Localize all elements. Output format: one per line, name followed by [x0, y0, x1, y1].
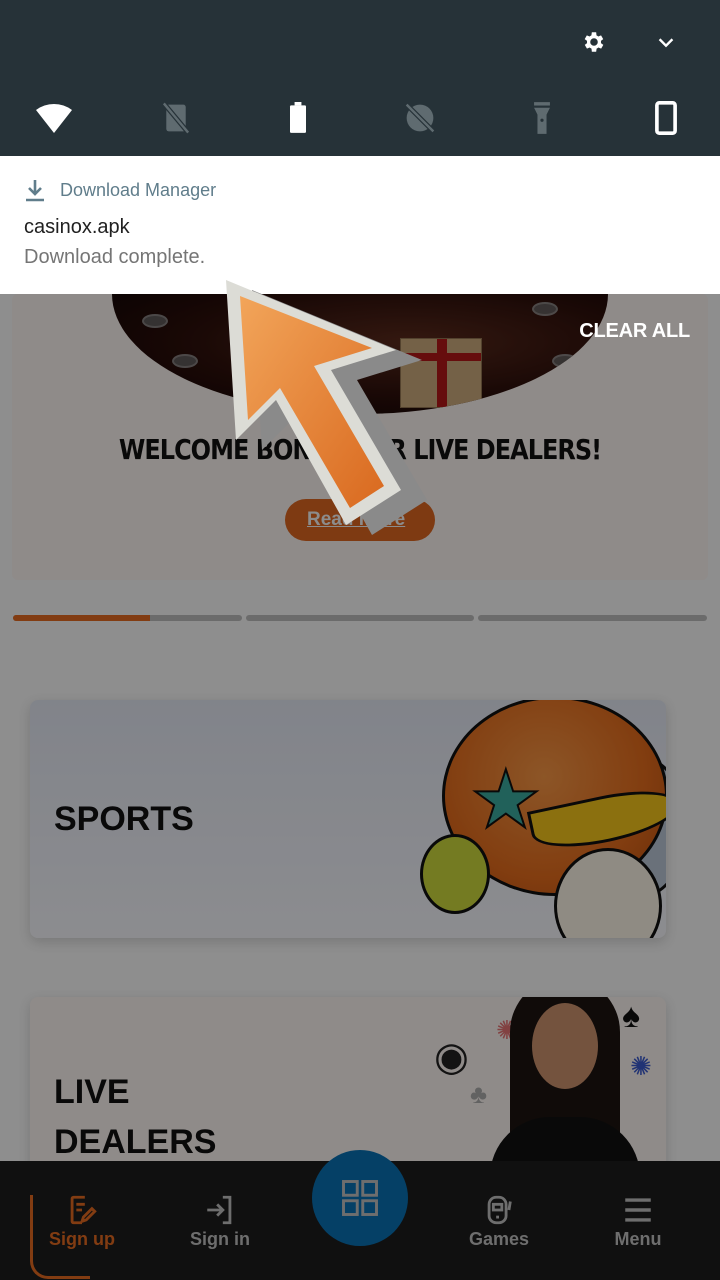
- notification-text: Download complete.: [24, 246, 206, 268]
- sim-off-icon[interactable]: [154, 96, 198, 140]
- notification-header: Download Manager: [24, 178, 216, 202]
- wifi-icon[interactable]: [32, 96, 76, 140]
- download-notification[interactable]: Download Manager casinox.apk Download co…: [0, 156, 720, 294]
- notification-title: casinox.apk: [24, 216, 130, 238]
- phone-rotate-icon[interactable]: [644, 96, 688, 140]
- notification-app-name: Download Manager: [60, 179, 217, 200]
- battery-icon[interactable]: [276, 96, 320, 140]
- settings-icon[interactable]: [580, 28, 608, 56]
- quick-settings-row: [0, 96, 720, 140]
- download-icon: [26, 180, 44, 202]
- flashlight-icon[interactable]: [520, 96, 564, 140]
- clear-all-button[interactable]: CLEAR ALL: [579, 320, 690, 343]
- chevron-down-icon[interactable]: [652, 28, 680, 56]
- dnd-off-icon[interactable]: [398, 96, 442, 140]
- quick-settings-panel: [0, 0, 720, 156]
